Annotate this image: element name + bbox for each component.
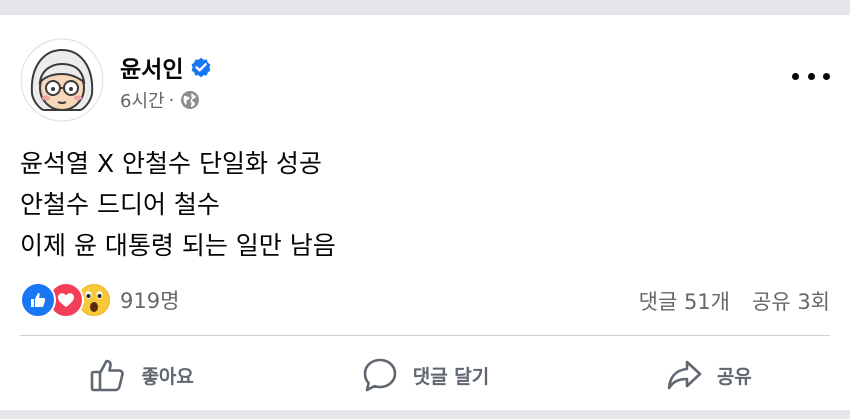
author-name[interactable]: 윤서인 [120,50,183,84]
share-arrow-icon [667,360,702,390]
engagement-counts: 댓글 51개 공유 3회 [639,286,830,316]
globe-icon[interactable] [180,90,200,110]
reaction-count[interactable]: 919명 [120,285,179,315]
post-time[interactable]: 6시간 [120,87,165,113]
post-stats: 919명 댓글 51개 공유 3회 [20,280,830,320]
comment-bubble-icon [363,358,397,392]
post-text-line: 이제 윤 대통령 되는 일만 남음 [20,231,336,260]
post-header: 윤서인 6시간 · [20,38,830,122]
share-button-label: 공유 [716,365,752,388]
actions-divider [20,335,830,336]
like-reaction-icon [20,282,56,318]
feed-separator-bottom [0,410,850,419]
more-dot [792,72,799,80]
post-text-line: 윤석열 X 안철수 단일화 성공 [20,149,322,178]
post-text-line: 안철수 드디어 철수 [20,190,220,219]
comment-count[interactable]: 댓글 51개 [639,286,730,316]
comment-button-label: 댓글 달기 [412,365,490,388]
post-meta: 6시간 · [120,87,200,113]
post-body: 윤석열 X 안철수 단일화 성공 안철수 드디어 철수 이제 윤 대통령 되는 … [20,143,336,266]
feed-separator-top [0,0,850,15]
reactions-summary[interactable]: 919명 [20,282,179,318]
like-button-label: 좋아요 [141,365,194,388]
author-row: 윤서인 [120,50,213,84]
share-count[interactable]: 공유 3회 [752,286,830,316]
meta-separator: · [168,89,175,111]
comment-button[interactable]: 댓글 달기 [283,346,566,404]
avatar[interactable] [20,38,104,122]
more-dot [807,72,815,80]
share-button[interactable]: 공유 [567,346,850,404]
post-actions-bar: 좋아요 댓글 달기 공유 [0,346,850,404]
like-button[interactable]: 좋아요 [0,346,283,404]
more-options-icon[interactable] [792,66,830,86]
verified-badge-icon [192,57,211,78]
more-dot [823,72,830,80]
thumbs-up-icon [91,359,125,392]
